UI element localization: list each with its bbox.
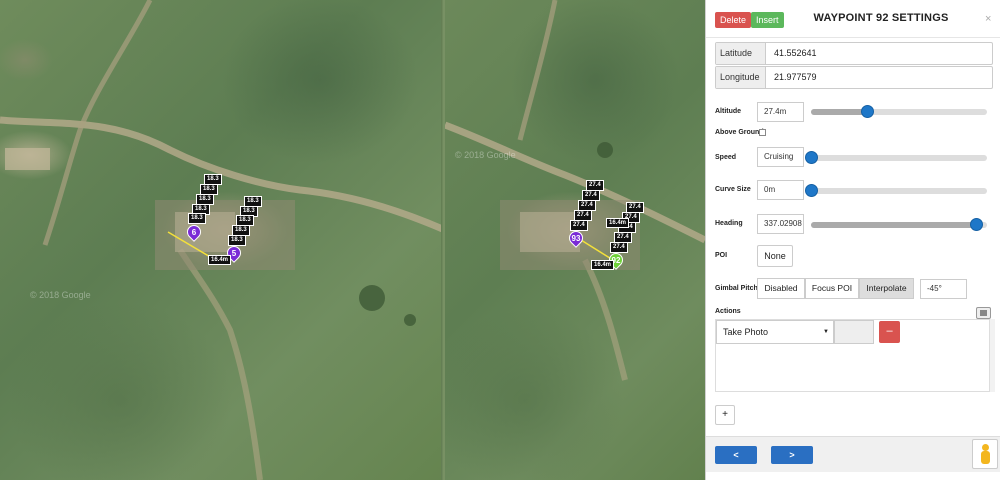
poi-label: POI [715,252,728,259]
altitude-slider[interactable] [811,105,987,118]
gimbal-pitch-label: Gimbal Pitch [715,285,758,292]
actions-scrollbar[interactable] [989,319,995,392]
latitude-row: Latitude 41.552641 [715,42,993,65]
app-root: © 2018 Google 18.3 18.3 18.3 18.3 18.3 1… [0,0,1000,480]
pegman-head [982,444,989,451]
action-type-select[interactable]: Take Photo ▼ [716,320,834,344]
speed-slider[interactable] [805,151,987,164]
actions-list: Take Photo ▼ – [715,319,991,392]
panel-footer: < > [706,436,1000,472]
satellite-map-right[interactable]: © 2018 Google 27.4 27.4 27.4 27.4 27.4 2… [445,0,705,480]
heading-slider-fill [811,222,977,228]
gimbal-focus-poi-button[interactable]: Focus POI [805,278,859,299]
heading-input[interactable]: 337.02908 [757,214,804,234]
action-param-input[interactable] [834,320,874,344]
add-action-button[interactable]: + [715,405,735,425]
gimbal-disabled-button[interactable]: Disabled [757,278,805,299]
curve-size-slider[interactable] [805,184,987,197]
speed-slider-handle[interactable] [805,151,818,164]
longitude-row: Longitude 21.977579 [715,66,993,89]
altitude-label: 18.3 [228,235,246,246]
above-ground-label: Above Ground [715,129,764,136]
altitude-slider-fill [811,109,868,115]
distance-label: 16.4m [591,260,615,270]
previous-waypoint-button[interactable]: < [715,446,757,464]
altitude-label: 27.4 [570,220,588,231]
latitude-field[interactable]: 41.552641 [766,43,992,64]
altitude-label: 18.3 [188,213,206,224]
curve-size-label: Curve Size [715,186,751,193]
waypoint-settings-panel: Delete Insert WAYPOINT 92 SETTINGS × Lat… [705,0,1000,480]
altitude-slider-handle[interactable] [861,105,875,118]
chevron-down-icon: ▼ [823,329,829,335]
next-waypoint-button[interactable]: > [771,446,813,464]
close-icon[interactable]: × [985,14,991,25]
distance-label: 16.4m [606,218,630,228]
curve-size-slider-handle[interactable] [805,184,818,197]
insert-button[interactable]: Insert [751,12,784,28]
map-watermark: © 2018 Google [30,290,91,300]
checkbox-icon[interactable] [759,129,766,136]
latitude-label: Latitude [716,43,766,64]
altitude-label: Altitude [715,108,742,115]
panel-title: WAYPOINT 92 SETTINGS [813,12,949,24]
waypoint-number: 93 [571,234,581,243]
curve-size-input[interactable]: 0m [757,180,804,200]
delete-button[interactable]: Delete [715,12,752,28]
map-left-roads [0,0,445,480]
speed-label: Speed [715,154,737,161]
satellite-map-left[interactable]: © 2018 Google 18.3 18.3 18.3 18.3 18.3 1… [0,0,445,480]
heading-label: Heading [715,220,743,227]
distance-label: 16.4m [208,255,232,265]
gimbal-interpolate-button[interactable]: Interpolate [859,278,914,299]
remove-action-button[interactable]: – [879,321,900,343]
waypoint-number: 6 [191,228,197,237]
altitude-label: 27.4 [610,242,628,253]
action-type-value: Take Photo [723,327,769,337]
photo-icon[interactable] [976,307,991,319]
speed-input[interactable]: Cruising [757,147,804,167]
poi-button[interactable]: None [757,245,793,267]
map-watermark: © 2018 Google [455,150,516,160]
heading-slider[interactable] [811,218,987,231]
heading-slider-handle[interactable] [970,218,984,231]
pegman-body [981,451,990,464]
altitude-input[interactable]: 27.4m [757,102,804,122]
actions-label: Actions [715,308,741,315]
panel-header: Delete Insert WAYPOINT 92 SETTINGS × [706,0,1000,38]
longitude-label: Longitude [716,67,766,88]
street-view-pegman-icon[interactable] [972,439,998,469]
longitude-field[interactable]: 21.977579 [766,67,992,88]
gimbal-pitch-input[interactable]: -45° [920,279,967,299]
